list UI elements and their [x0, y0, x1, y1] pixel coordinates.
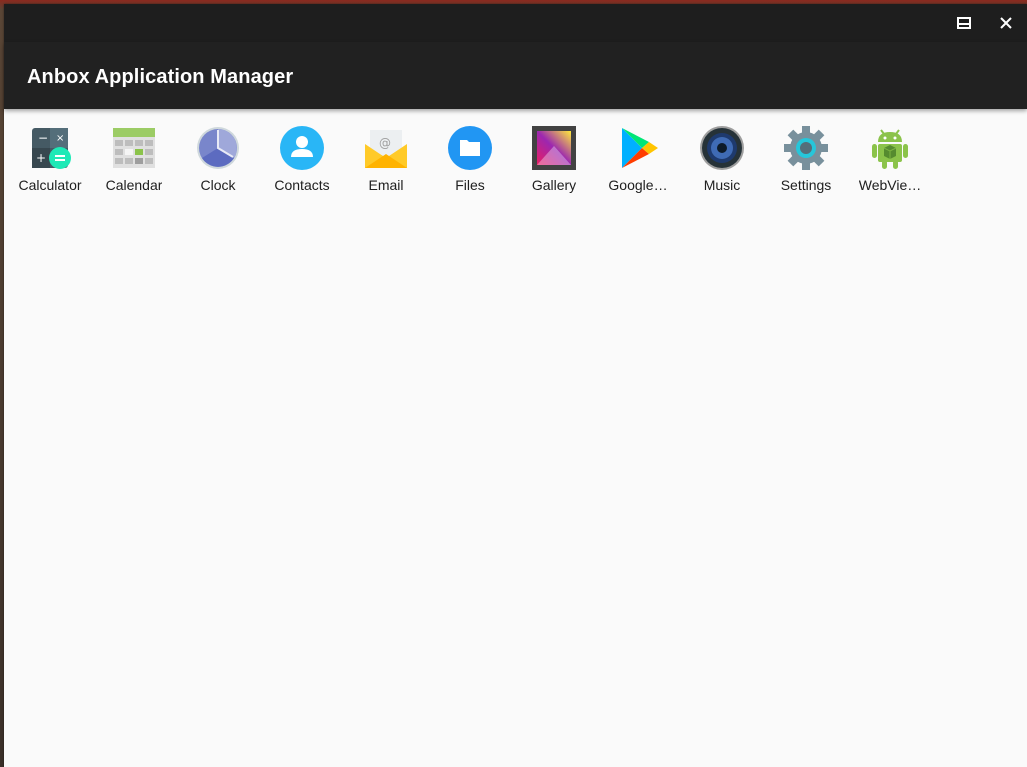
svg-text:+: + — [36, 151, 46, 165]
android-icon — [866, 124, 914, 172]
svg-text:×: × — [56, 133, 64, 144]
music-icon — [698, 124, 746, 172]
contacts-icon — [278, 124, 326, 172]
app-label: Email — [368, 177, 404, 193]
email-icon: @ — [362, 124, 410, 172]
svg-text:−: − — [38, 131, 48, 145]
app-grid: − × + Calculator Calendar Clock Contacts… — [8, 122, 932, 198]
app-bar: Anbox Application Manager — [4, 42, 1027, 109]
app-calculator[interactable]: − × + Calculator — [8, 122, 92, 198]
calendar-icon — [110, 124, 158, 172]
app-contacts[interactable]: Contacts — [260, 122, 344, 198]
app-files[interactable]: Files — [428, 122, 512, 198]
app-gallery[interactable]: Gallery — [512, 122, 596, 198]
window-titlebar[interactable] — [4, 4, 1027, 42]
app-label: Calendar — [105, 177, 163, 193]
app-label: Contacts — [274, 177, 330, 193]
app-label: Settings — [780, 177, 832, 193]
app-music[interactable]: Music — [680, 122, 764, 198]
app-title: Anbox Application Manager — [27, 66, 294, 88]
maximize-button[interactable] — [954, 13, 974, 33]
google-play-icon — [614, 124, 662, 172]
files-icon — [446, 124, 494, 172]
maximize-icon — [957, 17, 971, 29]
app-label: Music — [703, 177, 741, 193]
app-manager-window: Anbox Application Manager − × + Calculat… — [4, 4, 1027, 767]
svg-text:@: @ — [379, 136, 391, 150]
close-button[interactable] — [996, 13, 1016, 33]
clock-icon — [194, 124, 242, 172]
app-label: Files — [455, 177, 485, 193]
app-label: Calculator — [18, 177, 82, 193]
app-clock[interactable]: Clock — [176, 122, 260, 198]
settings-icon — [782, 124, 830, 172]
app-calendar[interactable]: Calendar — [92, 122, 176, 198]
app-email[interactable]: @ Email — [344, 122, 428, 198]
app-webview[interactable]: WebVie… — [848, 122, 932, 198]
app-label: Gallery — [531, 177, 577, 193]
app-label: WebVie… — [858, 177, 922, 193]
app-google-play[interactable]: Google… — [596, 122, 680, 198]
app-label: Clock — [200, 177, 236, 193]
gallery-icon — [530, 124, 578, 172]
close-icon — [1000, 17, 1012, 29]
app-label: Google… — [608, 177, 668, 193]
calculator-icon: − × + — [26, 124, 74, 172]
app-settings[interactable]: Settings — [764, 122, 848, 198]
